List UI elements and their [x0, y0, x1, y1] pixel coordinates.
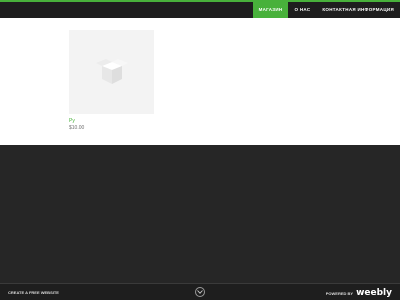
footer: CREATE A FREE WEBSITE POWERED BY weebly: [0, 283, 400, 300]
placeholder-box-icon: [95, 59, 128, 84]
footer-toggle-button[interactable]: [195, 287, 205, 297]
empty-section: [0, 145, 400, 283]
product-name[interactable]: Ру: [69, 118, 154, 124]
chevron-down-icon: [197, 290, 203, 294]
nav-item-shop[interactable]: МАГАЗИН: [252, 2, 289, 18]
nav-item-about[interactable]: О НАС: [288, 2, 316, 18]
nav-item-contact[interactable]: КОНТАКТНАЯ ИНФОРМАЦИЯ: [316, 2, 400, 18]
main-content: Ру $10.00: [0, 18, 400, 145]
weebly-logo[interactable]: weebly: [356, 288, 392, 298]
powered-by: POWERED BY weebly: [326, 288, 392, 298]
header-bar: МАГАЗИН О НАС КОНТАКТНАЯ ИНФОРМАЦИЯ: [0, 0, 400, 18]
product-card[interactable]: Ру $10.00: [69, 30, 154, 131]
product-price: $10.00: [69, 125, 85, 131]
product-image[interactable]: [69, 30, 154, 114]
create-website-link[interactable]: CREATE A FREE WEBSITE: [8, 290, 59, 295]
main-nav: МАГАЗИН О НАС КОНТАКТНАЯ ИНФОРМАЦИЯ: [252, 2, 400, 18]
powered-by-label: POWERED BY: [325, 290, 354, 296]
